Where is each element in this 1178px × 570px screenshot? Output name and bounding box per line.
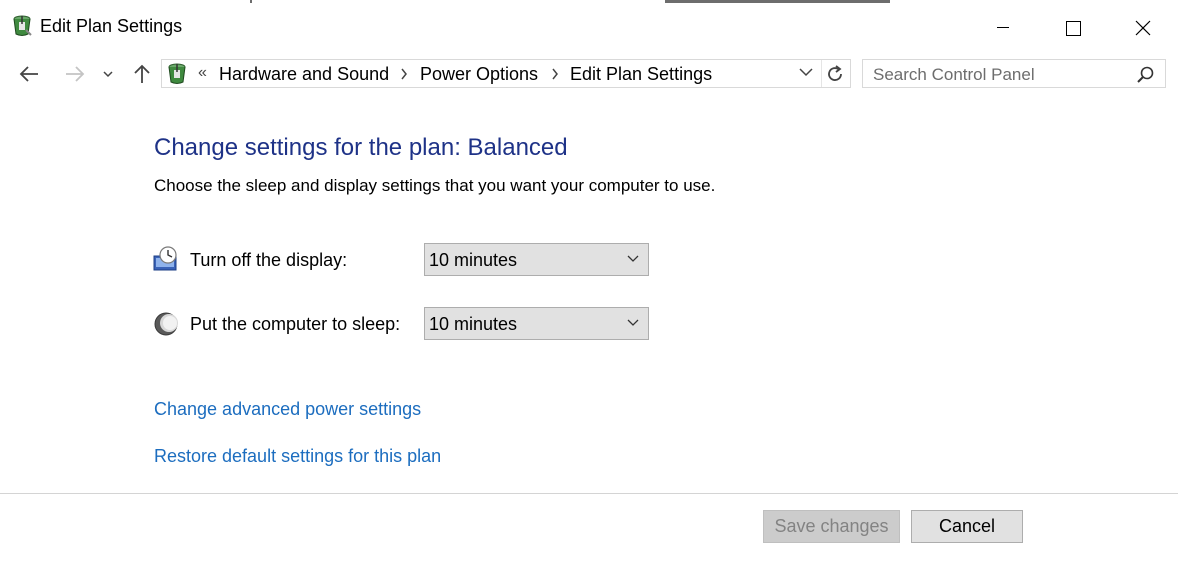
page-description: Choose the sleep and display settings th…	[154, 176, 716, 195]
control-panel-power-icon	[165, 62, 189, 86]
page-title: Change settings for the plan: Balanced	[154, 134, 568, 161]
search-box[interactable]: Search Control Panel	[862, 59, 1166, 88]
sleep-timeout-select[interactable]: 10 minutes	[424, 307, 649, 340]
display-timeout-select[interactable]: 10 minutes	[424, 243, 649, 276]
display-timeout-label: Turn off the display:	[190, 250, 348, 270]
up-arrow-icon	[134, 64, 150, 83]
breadcrumb-hardware-and-sound[interactable]: Hardware and Sound	[219, 64, 389, 85]
refresh-icon[interactable]	[824, 63, 846, 85]
address-row: « Hardware and Sound Power Options Edit …	[0, 58, 1178, 90]
chevron-down-icon	[103, 71, 113, 78]
chevron-down-icon	[627, 319, 639, 326]
save-button[interactable]: Save changes	[763, 510, 900, 543]
title-bar: Edit Plan Settings	[0, 3, 1178, 47]
recent-locations-button[interactable]	[98, 58, 118, 90]
breadcrumb-overflow[interactable]: «	[198, 64, 207, 82]
breadcrumb-edit-plan-settings[interactable]: Edit Plan Settings	[570, 64, 712, 85]
window-title: Edit Plan Settings	[40, 16, 183, 36]
moon-sleep-icon	[153, 311, 179, 337]
footer-divider	[0, 493, 1178, 494]
search-icon[interactable]	[1137, 66, 1155, 84]
sleep-timeout-value: 10 minutes	[429, 314, 518, 334]
back-button[interactable]	[14, 58, 44, 90]
control-panel-power-icon	[10, 14, 34, 38]
cancel-button[interactable]: Cancel	[911, 510, 1023, 543]
back-arrow-icon	[19, 66, 38, 82]
display-timeout-value: 10 minutes	[429, 250, 518, 270]
maximize-button[interactable]	[1050, 6, 1096, 50]
maximize-icon	[1065, 20, 1081, 36]
minimize-icon	[997, 27, 1009, 28]
chevron-right-icon[interactable]	[551, 68, 559, 80]
search-placeholder: Search Control Panel	[873, 65, 1035, 84]
chevron-down-icon	[627, 255, 639, 262]
chevron-down-icon[interactable]	[799, 67, 813, 77]
advanced-power-settings-link[interactable]: Change advanced power settings	[154, 399, 421, 420]
breadcrumb-power-options[interactable]: Power Options	[420, 64, 538, 85]
restore-defaults-link[interactable]: Restore default settings for this plan	[154, 446, 441, 467]
minimize-button[interactable]	[980, 6, 1026, 50]
close-icon	[1135, 20, 1151, 36]
close-button[interactable]	[1120, 6, 1166, 50]
address-bar[interactable]: « Hardware and Sound Power Options Edit …	[161, 59, 851, 88]
display-clock-icon	[153, 246, 179, 272]
forward-button[interactable]	[60, 58, 90, 90]
up-button[interactable]	[130, 58, 154, 90]
address-divider	[821, 60, 822, 87]
chevron-right-icon[interactable]	[400, 68, 408, 80]
forward-arrow-icon	[66, 66, 85, 82]
sleep-timeout-label: Put the computer to sleep:	[190, 314, 401, 334]
